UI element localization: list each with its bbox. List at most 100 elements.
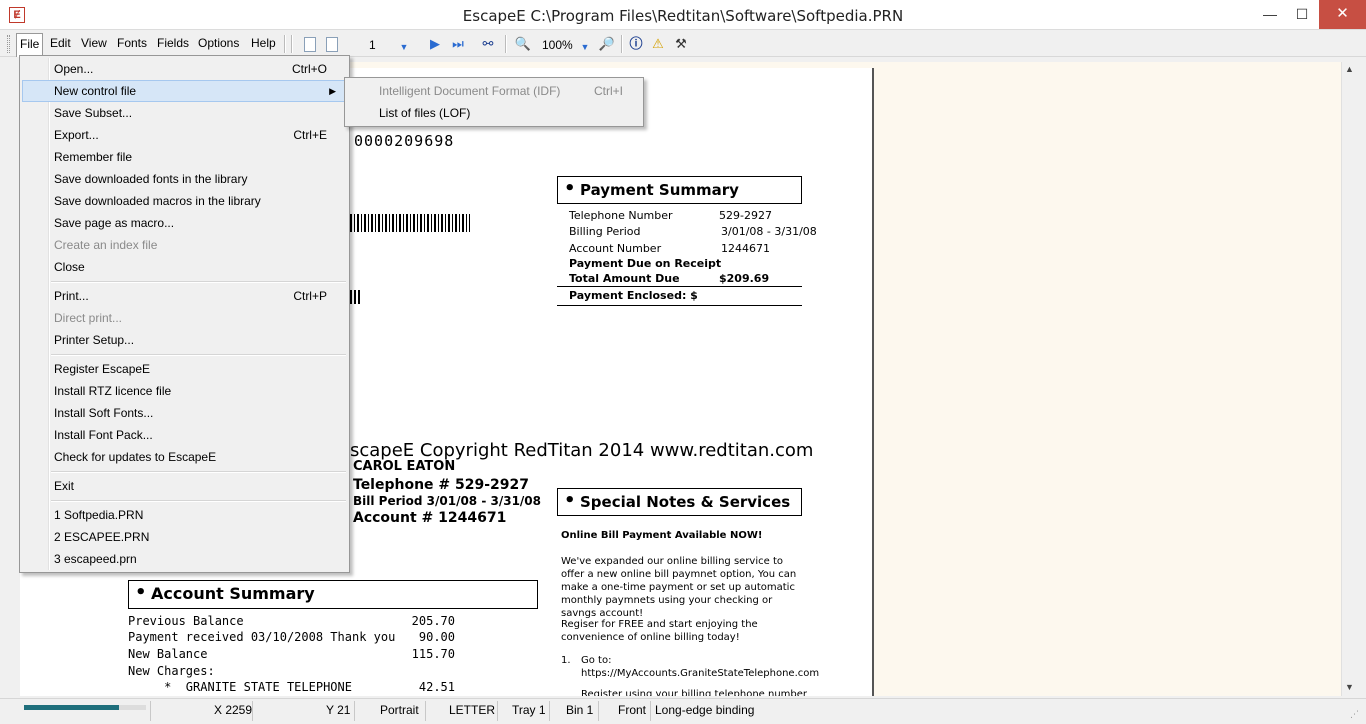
payment-enclosed-label: Payment Enclosed: $ [569, 289, 698, 302]
customer-bill-period: Bill Period 3/01/08 - 3/31/08 [353, 494, 542, 508]
first-page-icon[interactable] [304, 37, 316, 52]
menu-item-check-updates[interactable]: Check for updates to EscapeE [22, 446, 347, 468]
toolbar-separator [291, 35, 293, 53]
barcode [350, 214, 470, 232]
status-separator [650, 701, 651, 721]
submenu-item-lof[interactable]: List of files (LOF) [347, 102, 641, 124]
status-paper: LETTER [449, 703, 496, 717]
menu-item-new-control-file[interactable]: New control file ▶ [22, 80, 347, 102]
menu-item-close[interactable]: Close [22, 256, 347, 278]
close-button[interactable]: ✕ [1319, 0, 1366, 29]
scroll-down-icon[interactable]: ▼ [1345, 682, 1354, 692]
divider [557, 203, 802, 204]
menu-item-save-fonts[interactable]: Save downloaded fonts in the library [22, 168, 347, 190]
customer-telephone: Telephone # 529-2927 [353, 477, 530, 493]
page-number[interactable]: 1 [369, 38, 376, 52]
toolbar-separator [284, 35, 286, 53]
notes-step-1: Go to: https://MyAccounts.GraniteStateTe… [581, 655, 820, 679]
resize-grip-icon[interactable]: ⋰ [1350, 709, 1359, 720]
menu-help[interactable]: Help [251, 36, 276, 50]
notes-headline: Online Bill Payment Available NOW! [561, 530, 763, 541]
tools-icon[interactable]: ⚒ [672, 35, 690, 53]
divider [557, 305, 802, 306]
menu-item-recent-3[interactable]: 3 escapeed.prn [22, 548, 347, 570]
last-page-icon[interactable]: ⏭ [449, 35, 467, 53]
menu-item-print[interactable]: Print... Ctrl+P [22, 285, 347, 307]
menu-item-install-font-pack[interactable]: Install Font Pack... [22, 424, 347, 446]
zoom-dropdown-icon[interactable]: ▼ [576, 38, 594, 56]
account-row-value: 115.70 [411, 647, 455, 661]
progress-fill [24, 705, 120, 710]
find-icon[interactable]: ⚯ [479, 35, 497, 53]
menu-item-create-index: Create an index file [54, 238, 158, 252]
menu-item-register[interactable]: Register EscapeE [22, 358, 347, 380]
menu-item-open[interactable]: Open... Ctrl+O [22, 58, 347, 80]
maximize-button[interactable]: ☐ [1287, 0, 1317, 29]
account-row-label: New Charges: [128, 664, 215, 678]
status-binding: Long-edge binding [655, 703, 755, 717]
page-dropdown-icon[interactable]: ▼ [395, 38, 413, 56]
menu-edit[interactable]: Edit [50, 36, 71, 50]
menu-toolbar: File Edit View Fonts Fields Options Help… [0, 31, 1366, 57]
vertical-scrollbar[interactable]: ▲ ▼ [1341, 62, 1358, 696]
document-number: 0000209698 [354, 132, 455, 150]
progress-bar [24, 705, 146, 710]
account-row-label: Payment received 03/10/2008 Thank you [128, 630, 396, 644]
menu-fields[interactable]: Fields [157, 36, 189, 50]
submenu-item-idf: Intelligent Document Format (IDF) Ctrl+I [379, 84, 623, 98]
menu-item-remember-file[interactable]: Remember file [22, 146, 347, 168]
menu-file[interactable]: File [16, 33, 44, 57]
status-separator [549, 701, 550, 721]
menu-item-printer-setup[interactable]: Printer Setup... [22, 329, 347, 351]
menu-item-install-rtz[interactable]: Install RTZ licence file [22, 380, 347, 402]
toolbar-grip[interactable] [7, 35, 10, 53]
window-title: EscapeE C:\Program Files\Redtitan\Softwa… [462, 7, 904, 25]
menu-fonts[interactable]: Fonts [117, 36, 147, 50]
menu-item-save-subset[interactable]: Save Subset... [22, 102, 347, 124]
account-summary-title: Account Summary [128, 580, 538, 609]
menu-options[interactable]: Options [198, 36, 239, 50]
barcode-fragment [350, 290, 362, 304]
info-icon[interactable]: ⓘ [627, 35, 645, 53]
zoom-level[interactable]: 100% [542, 38, 573, 52]
menu-item-export[interactable]: Export... Ctrl+E [22, 124, 347, 146]
title-bar: Ɇ EscapeE C:\Program Files\Redtitan\Soft… [0, 0, 1366, 30]
status-separator [150, 701, 151, 721]
menu-item-install-soft-fonts[interactable]: Install Soft Fonts... [22, 402, 347, 424]
zoom-out-icon[interactable]: 🔍 [514, 35, 532, 53]
billing-period-label: Billing Period [569, 225, 641, 238]
status-y: Y 21 [326, 703, 351, 717]
zoom-in-icon[interactable]: 🔎 [598, 35, 616, 53]
menu-item-save-page-macro[interactable]: Save page as macro... [22, 212, 347, 234]
status-separator [354, 701, 355, 721]
telephone-value: 529-2927 [719, 209, 772, 222]
status-orientation: Portrait [380, 703, 419, 717]
billing-period-value: 3/01/08 - 3/31/08 [721, 225, 817, 238]
notes-paragraph-2: Regiser for FREE and start enjoying the … [561, 619, 758, 643]
special-notes-title: Special Notes & Services [557, 488, 802, 516]
menu-item-recent-2[interactable]: 2 ESCAPEE.PRN [22, 526, 347, 548]
menu-separator [51, 500, 346, 502]
minimize-button[interactable]: — [1255, 0, 1285, 29]
notes-paragraph-1: We've expanded our online billing servic… [561, 556, 797, 619]
warning-icon[interactable]: ⚠ [649, 35, 667, 53]
menu-item-exit[interactable]: Exit [22, 475, 347, 497]
status-bin: Bin 1 [566, 703, 594, 717]
scroll-up-icon[interactable]: ▲ [1345, 64, 1354, 74]
status-x: X 2259 [214, 703, 253, 717]
copyright-line: scapeE Copyright RedTitan 2014 www.redti… [350, 440, 814, 461]
left-margin [0, 57, 20, 696]
account-row-label: New Balance [128, 647, 208, 661]
next-page-icon[interactable]: ▶ [426, 35, 444, 53]
menu-item-save-macros[interactable]: Save downloaded macros in the library [22, 190, 347, 212]
account-row-value: 90.00 [418, 630, 455, 644]
menu-view[interactable]: View [81, 36, 107, 50]
menu-separator [51, 281, 346, 283]
previous-page-icon[interactable] [326, 37, 338, 52]
menu-item-recent-1[interactable]: 1 Softpedia.PRN [22, 504, 347, 526]
total-amount-value: $209.69 [719, 272, 770, 285]
notes-step-2: Register using your billing telephone nu… [581, 689, 808, 696]
status-separator [497, 701, 498, 721]
status-separator [252, 701, 253, 721]
status-separator [598, 701, 599, 721]
